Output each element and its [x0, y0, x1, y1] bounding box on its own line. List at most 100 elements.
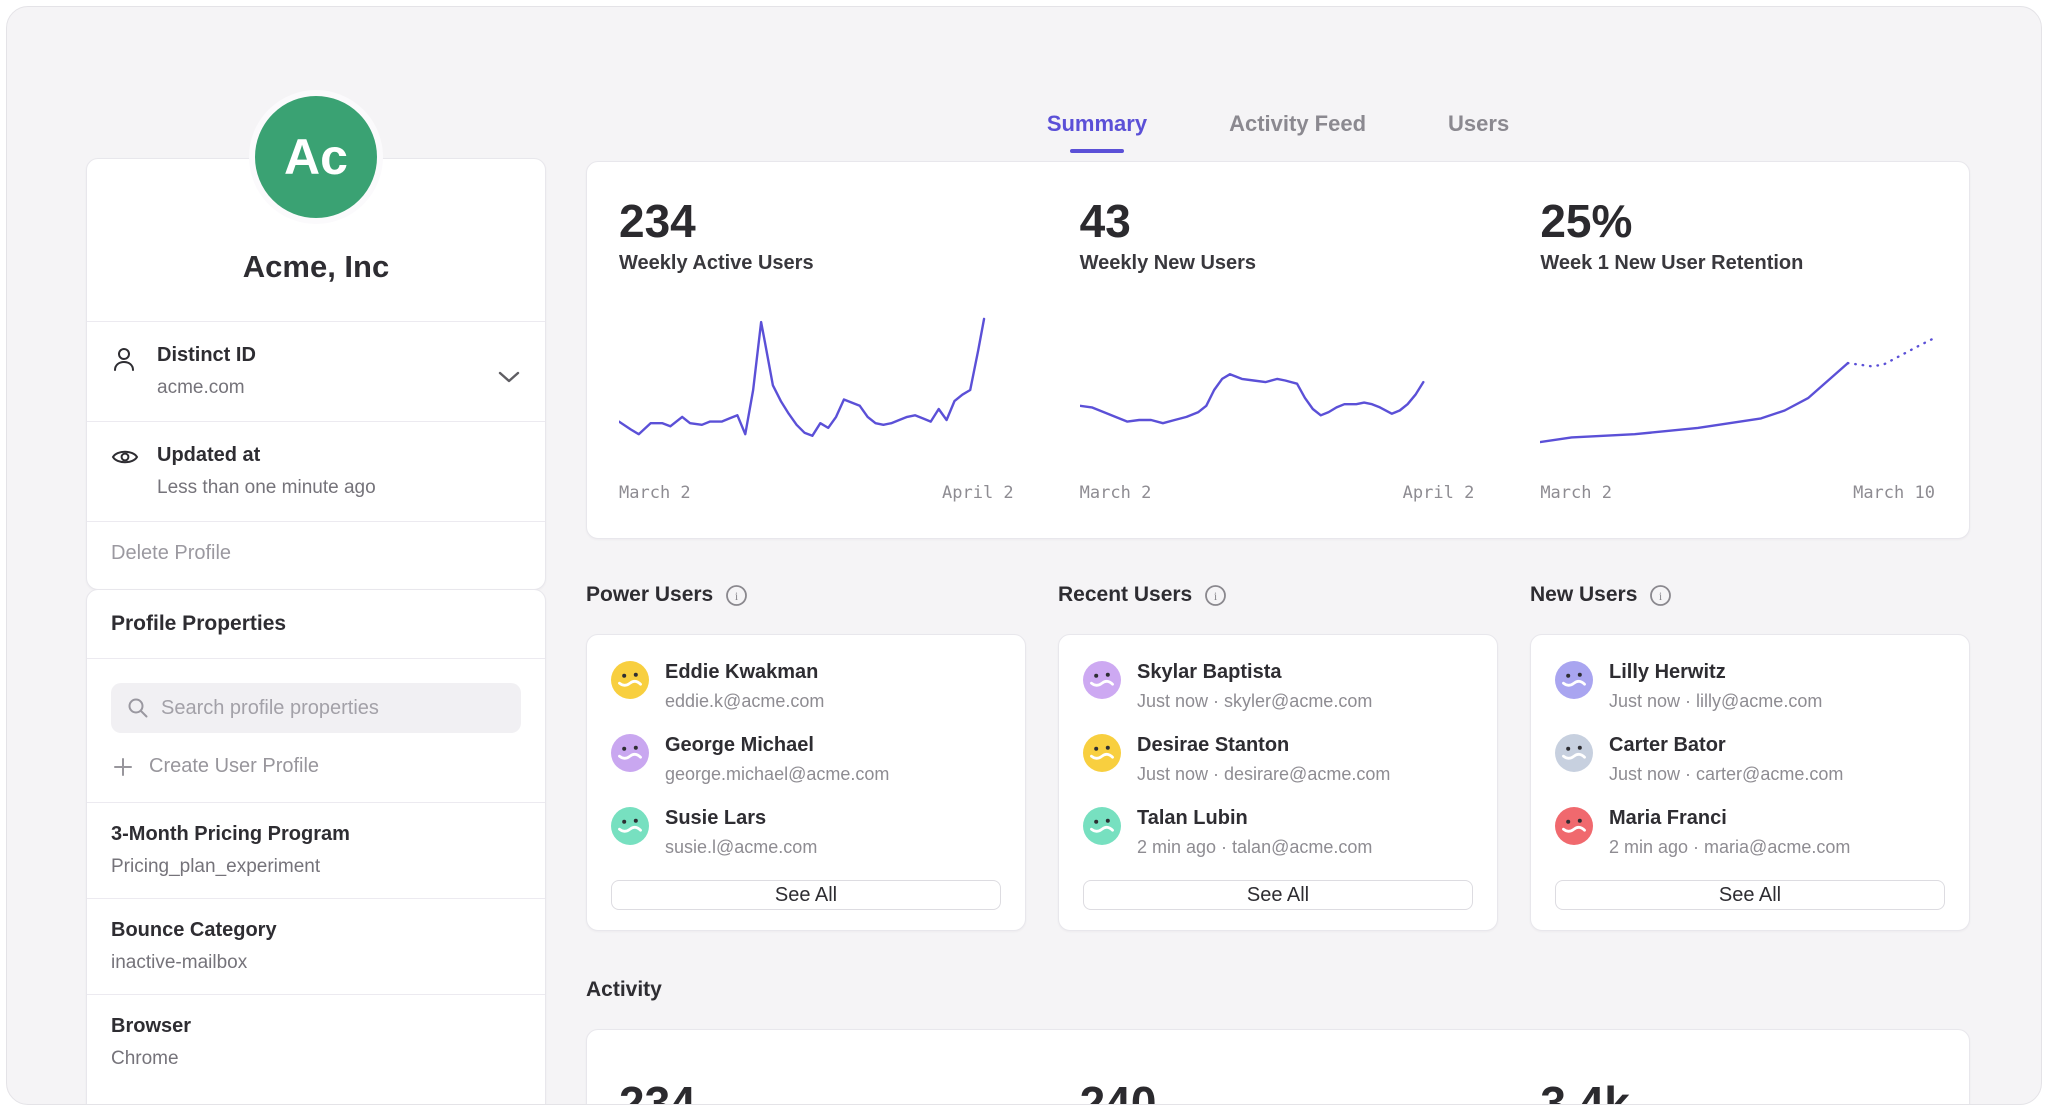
- property-value: Pricing_plan_experiment: [111, 856, 521, 878]
- power-users-card: Eddie Kwakman eddie.k@acme.com George Mi…: [586, 634, 1026, 931]
- see-all-button[interactable]: See All: [1555, 880, 1945, 910]
- property-value: inactive-mailbox: [111, 952, 521, 974]
- stat-label: Weekly Active Users: [619, 252, 1014, 275]
- user-list-item[interactable]: Carter Bator Just now · carter@acme.com: [1555, 734, 1945, 785]
- property-row: 3-Month Pricing Program Pricing_plan_exp…: [87, 803, 545, 898]
- activity-stat-value: 234: [619, 1076, 1048, 1105]
- stat-value: 43: [1080, 196, 1475, 246]
- user-name: George Michael: [665, 734, 889, 757]
- user-avatar-face-icon: [1083, 734, 1121, 772]
- user-name: Eddie Kwakman: [665, 661, 824, 684]
- weekly-new-users-line-chart: [1080, 311, 1475, 469]
- summary-stats-card: 234 Weekly Active Users March 2 April 2 …: [586, 161, 1970, 539]
- user-name: Desirae Stanton: [1137, 734, 1390, 757]
- user-avatar-face-icon: [1083, 661, 1121, 699]
- user-detail: eddie.k@acme.com: [665, 691, 824, 712]
- new-users-section: New Users i Lilly Herwitz Just now · lil…: [1530, 578, 1970, 931]
- user-detail: Just now · carter@acme.com: [1609, 764, 1843, 785]
- weekly-active-users-line-chart: [619, 311, 1014, 469]
- user-detail: Just now · skyler@acme.com: [1137, 691, 1372, 712]
- recent-users-section: Recent Users i Skylar Baptista Just now …: [1058, 578, 1498, 931]
- user-name: Susie Lars: [665, 807, 817, 830]
- user-list-item[interactable]: Eddie Kwakman eddie.k@acme.com: [611, 661, 1001, 712]
- week1-retention-line-chart: [1540, 311, 1935, 469]
- company-avatar: Ac: [249, 90, 383, 224]
- x-tick: March 10: [1853, 483, 1935, 503]
- see-all-button[interactable]: See All: [611, 880, 1001, 910]
- user-name: Skylar Baptista: [1137, 661, 1372, 684]
- stat-weekly-active-users: 234 Weekly Active Users March 2 April 2: [587, 162, 1048, 538]
- user-list-item[interactable]: George Michael george.michael@acme.com: [611, 734, 1001, 785]
- property-name: 3-Month Pricing Program: [111, 823, 521, 846]
- user-list-item[interactable]: Lilly Herwitz Just now · lilly@acme.com: [1555, 661, 1945, 712]
- distinct-id-row: Distinct ID acme.com: [87, 322, 545, 421]
- stat-label: Weekly New Users: [1080, 252, 1475, 275]
- stat-label: Week 1 New User Retention: [1540, 252, 1935, 275]
- user-avatar-face-icon: [611, 661, 649, 699]
- x-tick: March 2: [1540, 483, 1612, 503]
- active-tab-underline: [1070, 149, 1124, 153]
- user-list-item[interactable]: Skylar Baptista Just now · skyler@acme.c…: [1083, 661, 1473, 712]
- activity-stat-value: 3.4k: [1540, 1076, 1969, 1105]
- search-input[interactable]: [161, 697, 505, 720]
- x-tick: March 2: [1080, 483, 1152, 503]
- stat-value: 25%: [1540, 196, 1935, 246]
- property-name: Browser: [111, 1015, 521, 1038]
- recent-users-card: Skylar Baptista Just now · skyler@acme.c…: [1058, 634, 1498, 931]
- power-users-section: Power Users i Eddie Kwakman eddie.k@acme…: [586, 578, 1026, 931]
- user-name: Talan Lubin: [1137, 807, 1372, 830]
- divider: [87, 658, 545, 659]
- user-list-item[interactable]: Susie Lars susie.l@acme.com: [611, 807, 1001, 858]
- app-window: Ac Acme, Inc Distinct ID acme.com: [6, 6, 2042, 1105]
- updated-at-label: Updated at: [157, 444, 376, 467]
- info-icon[interactable]: i: [1649, 584, 1672, 607]
- stat-week1-retention: 25% Week 1 New User Retention March 2 Ma…: [1508, 162, 1969, 538]
- user-detail: susie.l@acme.com: [665, 837, 817, 858]
- summary-tabs: Summary Activity Feed Users: [586, 111, 1970, 153]
- see-all-button[interactable]: See All: [1083, 880, 1473, 910]
- user-detail: george.michael@acme.com: [665, 764, 889, 785]
- x-tick: April 2: [942, 483, 1014, 503]
- profile-properties-card: Profile Properties Create User Profile: [86, 589, 546, 1105]
- user-avatar-face-icon: [611, 734, 649, 772]
- new-users-card: Lilly Herwitz Just now · lilly@acme.com …: [1530, 634, 1970, 931]
- create-user-profile-button[interactable]: Create User Profile: [87, 733, 545, 802]
- search-icon: [127, 697, 149, 719]
- updated-at-row: Updated at Less than one minute ago: [87, 422, 545, 521]
- tab-users-label: Users: [1448, 111, 1509, 136]
- info-icon[interactable]: i: [725, 584, 748, 607]
- recent-users-title: Recent Users: [1058, 583, 1192, 607]
- property-name: Bounce Category: [111, 919, 521, 942]
- chevron-down-icon[interactable]: [497, 370, 521, 384]
- user-lists-row: Power Users i Eddie Kwakman eddie.k@acme…: [586, 578, 1970, 931]
- tab-users[interactable]: Users: [1448, 111, 1509, 153]
- user-list-item[interactable]: Maria Franci 2 min ago · maria@acme.com: [1555, 807, 1945, 858]
- user-avatar-face-icon: [1555, 734, 1593, 772]
- user-detail: Just now · desirare@acme.com: [1137, 764, 1390, 785]
- distinct-id-value: acme.com: [157, 377, 256, 399]
- search-profile-properties[interactable]: [111, 683, 521, 733]
- user-list-item[interactable]: Talan Lubin 2 min ago · talan@acme.com: [1083, 807, 1473, 858]
- user-name: Lilly Herwitz: [1609, 661, 1822, 684]
- delete-profile-button[interactable]: Delete Profile: [87, 522, 545, 589]
- tab-activity-feed[interactable]: Activity Feed: [1229, 111, 1366, 153]
- activity-title: Activity: [586, 978, 662, 1002]
- activity-stat-value: 240: [1080, 1076, 1509, 1105]
- tab-summary-label: Summary: [1047, 111, 1147, 136]
- user-name: Maria Franci: [1609, 807, 1850, 830]
- property-value: Chrome: [111, 1048, 521, 1070]
- profile-properties-title: Profile Properties: [87, 590, 545, 658]
- plus-icon: [113, 757, 133, 777]
- stat-value: 234: [619, 196, 1014, 246]
- property-row: Bounce Category inactive-mailbox: [87, 899, 545, 994]
- user-detail: Just now · lilly@acme.com: [1609, 691, 1822, 712]
- user-list-item[interactable]: Desirae Stanton Just now · desirare@acme…: [1083, 734, 1473, 785]
- x-tick: March 2: [619, 483, 691, 503]
- stat-weekly-new-users: 43 Weekly New Users March 2 April 2: [1048, 162, 1509, 538]
- user-detail: 2 min ago · talan@acme.com: [1137, 837, 1372, 858]
- user-avatar-face-icon: [1555, 661, 1593, 699]
- info-icon[interactable]: i: [1204, 584, 1227, 607]
- tab-summary[interactable]: Summary: [1047, 111, 1147, 153]
- property-row: Browser Chrome: [87, 995, 545, 1090]
- power-users-title: Power Users: [586, 583, 713, 607]
